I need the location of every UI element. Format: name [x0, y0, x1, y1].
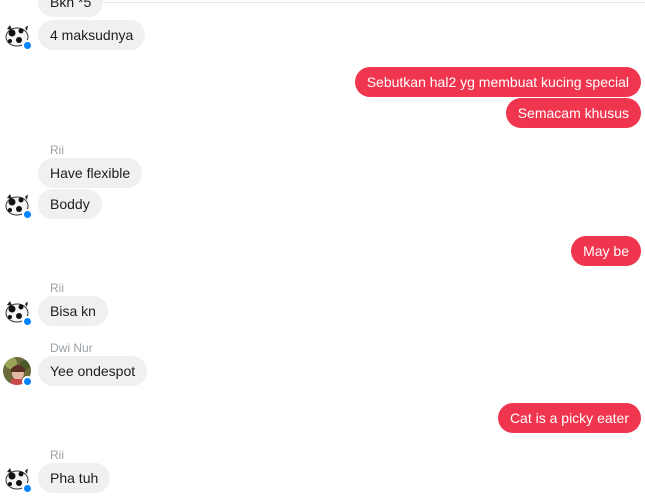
message-bubble-outgoing[interactable]: May be	[571, 236, 641, 266]
message-bubble-incoming[interactable]: Pha tuh	[38, 463, 111, 493]
message-bubble-outgoing[interactable]: Semacam khusus	[505, 98, 641, 128]
top-divider	[100, 2, 645, 3]
avatar[interactable]	[3, 297, 33, 327]
avatar[interactable]	[3, 190, 33, 220]
message-bubble-incoming[interactable]: Bisa kn	[38, 296, 108, 326]
messenger-badge-icon	[22, 376, 33, 387]
messenger-badge-icon	[22, 209, 33, 220]
message-text: Pha tuh	[50, 470, 99, 486]
message-text: Bisa kn	[50, 303, 96, 319]
messenger-badge-icon	[22, 483, 33, 494]
message-text: Semacam khusus	[517, 105, 629, 121]
message-bubble-outgoing[interactable]: Cat is a picky eater	[497, 403, 641, 433]
avatar[interactable]	[3, 464, 33, 494]
message-bubble-incoming[interactable]: Boddy	[38, 189, 102, 219]
sender-name: Rii	[50, 281, 64, 295]
message-bubble-incoming[interactable]: Bkn *5	[38, 0, 104, 17]
messenger-badge-icon	[22, 316, 33, 327]
message-text: Have flexible	[50, 165, 131, 181]
sender-name: Rii	[50, 448, 64, 462]
message-text: Sebutkan hal2 yg membuat kucing special	[366, 74, 629, 90]
messenger-badge-icon	[22, 40, 33, 51]
message-text: May be	[583, 243, 629, 259]
message-bubble-outgoing[interactable]: Sebutkan hal2 yg membuat kucing special	[354, 67, 641, 97]
message-text: Bkn *5	[50, 0, 92, 10]
message-text: Cat is a picky eater	[509, 410, 629, 426]
message-text: 4 maksudnya	[50, 27, 134, 43]
sender-name: Rii	[50, 143, 64, 157]
message-bubble-incoming[interactable]: Have flexible	[38, 158, 143, 188]
message-text: Yee ondespot	[50, 363, 136, 379]
message-bubble-incoming[interactable]: Yee ondespot	[38, 356, 148, 386]
avatar[interactable]	[3, 357, 33, 387]
sender-name: Dwi Nur	[50, 341, 93, 355]
message-bubble-incoming[interactable]: 4 maksudnya	[38, 20, 146, 50]
message-text: Boddy	[50, 196, 90, 212]
avatar[interactable]	[3, 21, 33, 51]
